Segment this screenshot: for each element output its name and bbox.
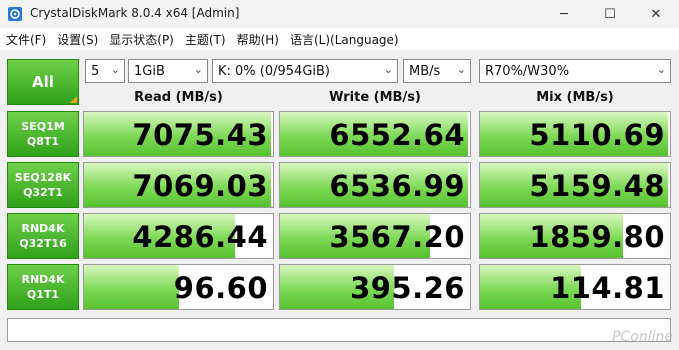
window-title: CrystalDiskMark 8.0.4 x64 [Admin] bbox=[30, 6, 240, 20]
result-cell-write: 6552.64 bbox=[279, 111, 471, 157]
row-label-line1: RND4K bbox=[21, 273, 65, 286]
title-bar: CrystalDiskMark 8.0.4 x64 [Admin] ─ ☐ ✕ bbox=[0, 0, 679, 28]
chevron-down-icon: ⌄ bbox=[456, 63, 466, 76]
watermark-text: PConline bbox=[612, 329, 673, 345]
result-cell-mix: 5110.69 bbox=[479, 111, 671, 157]
menu-theme[interactable]: 主题(T) bbox=[180, 31, 231, 48]
result-cell-read: 96.60 bbox=[83, 264, 274, 310]
drive-select[interactable]: K: 0% (0/954GiB) ⌄ bbox=[212, 59, 398, 83]
close-button[interactable]: ✕ bbox=[633, 0, 679, 28]
result-cell-write: 3567.20 bbox=[279, 213, 471, 259]
result-value: 6536.99 bbox=[329, 169, 465, 203]
result-cell-mix: 5159.48 bbox=[479, 162, 671, 208]
menu-help[interactable]: 帮助(H) bbox=[232, 31, 284, 48]
corner-marker-icon bbox=[70, 96, 77, 103]
write-column-header: Write (MB/s) bbox=[329, 90, 421, 105]
result-value: 96.60 bbox=[173, 271, 268, 305]
app-icon bbox=[8, 7, 22, 21]
comment-field[interactable] bbox=[7, 318, 671, 342]
result-cell-read: 4286.44 bbox=[83, 213, 274, 259]
drive-value: K: 0% (0/954GiB) bbox=[218, 63, 331, 79]
result-cell-read: 7075.43 bbox=[83, 111, 274, 157]
rnd4k-q32t16-button[interactable]: RND4K Q32T16 bbox=[7, 213, 79, 259]
result-value: 5110.69 bbox=[529, 118, 665, 152]
result-bar bbox=[84, 265, 179, 309]
result-cell-mix: 114.81 bbox=[479, 264, 671, 310]
test-count-value: 5 bbox=[91, 63, 100, 79]
chevron-down-icon: ⌄ bbox=[110, 63, 120, 76]
result-value: 114.81 bbox=[550, 271, 665, 305]
test-count-select[interactable]: 5 ⌄ bbox=[85, 59, 125, 83]
mix-ratio-select[interactable]: R70%/W30% ⌄ bbox=[479, 59, 671, 83]
run-all-button[interactable]: All bbox=[7, 59, 79, 105]
row-label-line1: RND4K bbox=[21, 222, 65, 235]
test-size-value: 1GiB bbox=[134, 63, 165, 79]
result-value: 4286.44 bbox=[132, 220, 268, 254]
row-label-line2: Q1T1 bbox=[26, 288, 60, 301]
result-value: 395.26 bbox=[350, 271, 465, 305]
unit-select[interactable]: MB/s ⌄ bbox=[403, 59, 471, 83]
result-value: 1859.80 bbox=[529, 220, 665, 254]
mix-ratio-value: R70%/W30% bbox=[485, 63, 570, 79]
row-label-line2: Q32T16 bbox=[19, 237, 67, 250]
test-size-select[interactable]: 1GiB ⌄ bbox=[128, 59, 208, 83]
result-value: 5159.48 bbox=[529, 169, 665, 203]
result-value: 7069.03 bbox=[132, 169, 268, 203]
result-cell-write: 6536.99 bbox=[279, 162, 471, 208]
minimize-button[interactable]: ─ bbox=[541, 0, 587, 28]
result-cell-write: 395.26 bbox=[279, 264, 471, 310]
chevron-down-icon: ⌄ bbox=[193, 63, 203, 76]
mix-column-header: Mix (MB/s) bbox=[536, 90, 614, 105]
result-cell-read: 7069.03 bbox=[83, 162, 274, 208]
run-all-label: All bbox=[32, 73, 54, 91]
read-column-header: Read (MB/s) bbox=[134, 90, 223, 105]
maximize-button[interactable]: ☐ bbox=[587, 0, 633, 28]
row-label-line1: SEQ128K bbox=[14, 171, 72, 184]
result-value: 7075.43 bbox=[132, 118, 268, 152]
seq128k-q32t1-button[interactable]: SEQ128K Q32T1 bbox=[7, 162, 79, 208]
menu-bar: 文件(F) 设置(S) 显示状态(P) 主题(T) 帮助(H) 语言(L)(La… bbox=[0, 28, 679, 50]
rnd4k-q1t1-button[interactable]: RND4K Q1T1 bbox=[7, 264, 79, 310]
result-value: 3567.20 bbox=[329, 220, 465, 254]
result-cell-mix: 1859.80 bbox=[479, 213, 671, 259]
menu-file[interactable]: 文件(F) bbox=[1, 31, 51, 48]
result-value: 6552.64 bbox=[329, 118, 465, 152]
row-label-line2: Q32T1 bbox=[23, 186, 63, 199]
unit-value: MB/s bbox=[409, 63, 441, 79]
seq1m-q8t1-button[interactable]: SEQ1M Q8T1 bbox=[7, 111, 79, 157]
chevron-down-icon: ⌄ bbox=[656, 63, 666, 76]
menu-settings[interactable]: 设置(S) bbox=[52, 31, 103, 48]
benchmark-panel: All 5 ⌄ 1GiB ⌄ K: 0% (0/954GiB) ⌄ MB/s ⌄… bbox=[0, 50, 679, 350]
menu-language[interactable]: 语言(L)(Language) bbox=[285, 31, 404, 48]
row-label-line1: SEQ1M bbox=[21, 120, 65, 133]
menu-display[interactable]: 显示状态(P) bbox=[104, 31, 179, 48]
row-label-line2: Q8T1 bbox=[26, 135, 60, 148]
chevron-down-icon: ⌄ bbox=[383, 63, 393, 76]
